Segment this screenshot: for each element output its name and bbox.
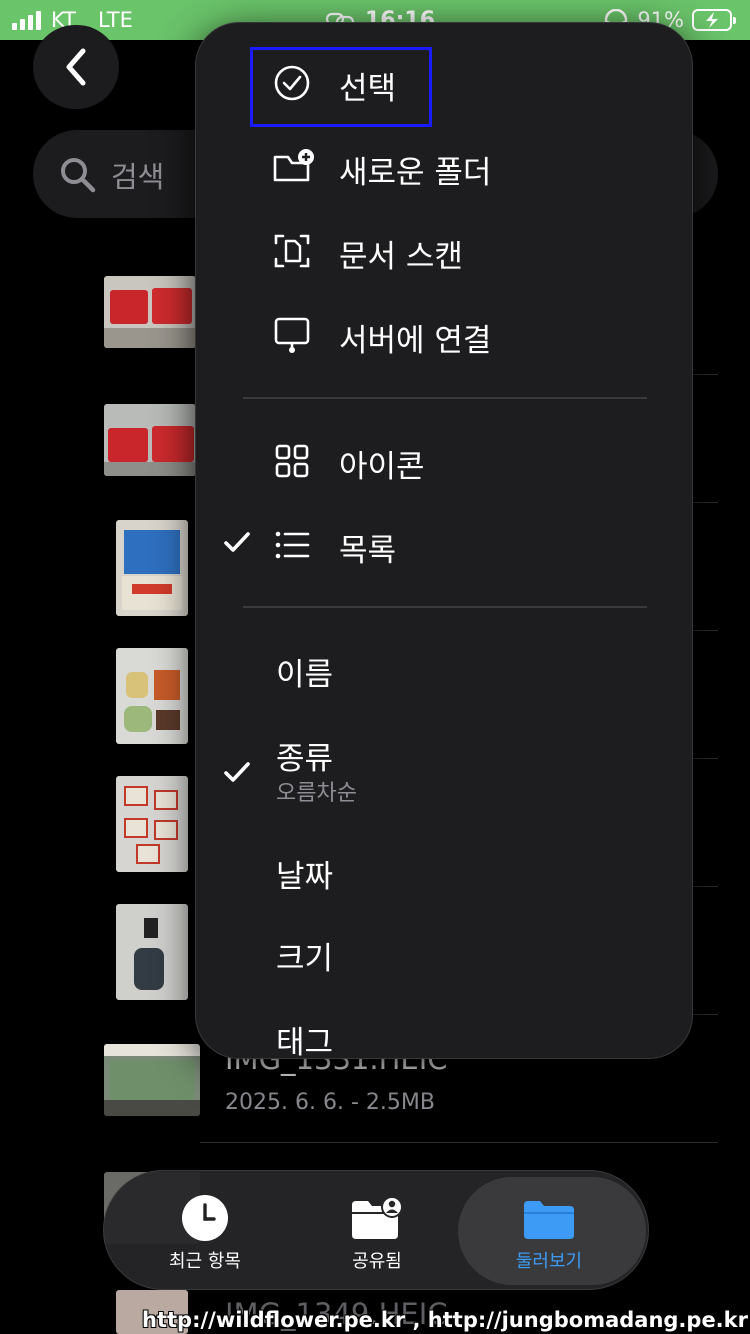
- tab-label: 공유됨: [352, 1251, 402, 1272]
- file-thumbnail[interactable]: [104, 1044, 200, 1116]
- file-thumbnail[interactable]: [116, 520, 188, 616]
- cellular-signal-icon: [12, 10, 41, 30]
- menu-item-connect-server[interactable]: 서버에 연결: [196, 299, 692, 379]
- options-menu: 선택 새로운 폴더 문서 스캔 서버에 연결 아이콘 목록 이름 종류 오름차순…: [195, 22, 693, 1059]
- tab-browse[interactable]: 둘러보기: [458, 1171, 646, 1291]
- tab-shared[interactable]: 공유됨: [292, 1171, 462, 1291]
- file-thumbnail[interactable]: [116, 904, 188, 1000]
- menu-item-label: 태그: [276, 1025, 334, 1059]
- menu-item-sort-name[interactable]: 이름: [196, 635, 692, 715]
- checkmark-circle-icon: [274, 65, 310, 101]
- tab-label: 둘러보기: [515, 1251, 583, 1272]
- server-connect-icon: [274, 317, 310, 353]
- menu-item-scan-document[interactable]: 문서 스캔: [196, 215, 692, 295]
- sort-order-label: 오름차순: [276, 781, 357, 806]
- tab-label: 최근 항목: [169, 1251, 241, 1272]
- folder-plus-icon: [273, 149, 314, 182]
- checkmark-icon: [224, 762, 250, 782]
- menu-item-label: 새로운 폴더: [339, 155, 492, 191]
- menu-divider: [243, 397, 647, 399]
- menu-item-label: 목록: [339, 533, 397, 569]
- watermark-text: http://wildflower.pe.kr , http://jungbom…: [142, 1308, 748, 1332]
- checkmark-icon: [224, 532, 250, 552]
- tab-bar: 최근 항목 공유됨 둘러보기: [103, 1170, 649, 1290]
- file-thumbnail[interactable]: [116, 648, 188, 744]
- menu-item-label: 문서 스캔: [339, 239, 463, 275]
- battery-charging-icon: [692, 9, 736, 31]
- menu-item-label: 날짜: [276, 859, 334, 895]
- menu-item-sort-size[interactable]: 크기: [196, 919, 692, 999]
- menu-item-label: 아이콘: [339, 449, 425, 485]
- file-meta: 2025. 6. 6. - 2.5MB: [225, 1090, 435, 1115]
- search-placeholder: 검색: [111, 160, 165, 194]
- file-thumbnail[interactable]: [116, 776, 188, 872]
- menu-item-label: 서버에 연결: [339, 323, 492, 359]
- folder-icon: [524, 1201, 574, 1239]
- clock-icon: [182, 1195, 228, 1241]
- menu-item-view-icons[interactable]: 아이콘: [196, 425, 692, 505]
- menu-item-view-list[interactable]: 목록: [196, 509, 692, 589]
- list-icon: [275, 531, 310, 559]
- grid-icon: [275, 444, 309, 478]
- tab-recents[interactable]: 최근 항목: [120, 1171, 290, 1291]
- shared-folder-icon: [352, 1196, 403, 1239]
- file-thumbnail[interactable]: [104, 276, 196, 348]
- network-type: LTE: [97, 8, 133, 32]
- back-button[interactable]: [33, 25, 119, 109]
- row-divider: [200, 1142, 718, 1143]
- menu-divider: [243, 606, 647, 608]
- menu-item-label: 종류: [276, 741, 334, 777]
- document-scan-icon: [274, 234, 310, 268]
- search-icon: [61, 158, 96, 193]
- menu-item-label: 크기: [276, 941, 334, 977]
- file-thumbnail[interactable]: [104, 404, 196, 476]
- menu-item-select[interactable]: 선택: [196, 47, 692, 127]
- menu-item-sort-kind[interactable]: 종류 오름차순: [196, 719, 692, 819]
- menu-item-new-folder[interactable]: 새로운 폴더: [196, 131, 692, 211]
- menu-item-label: 선택: [339, 71, 397, 107]
- chevron-left-icon: [66, 48, 86, 86]
- menu-item-sort-date[interactable]: 날짜: [196, 837, 692, 917]
- menu-item-sort-tags[interactable]: 태그: [196, 1003, 692, 1059]
- menu-item-label: 이름: [276, 657, 334, 693]
